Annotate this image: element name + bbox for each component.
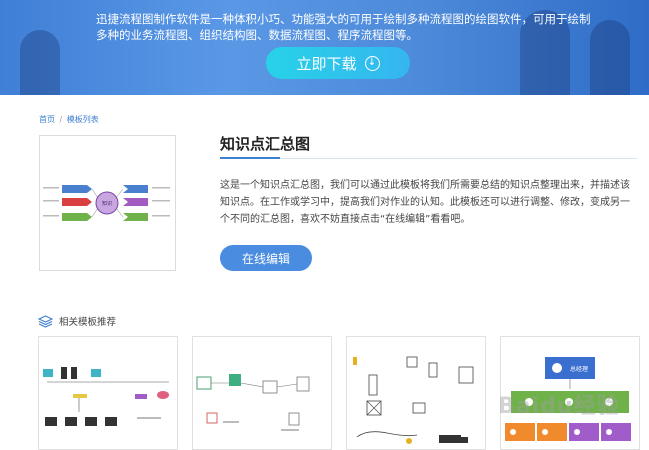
template-title: 知识点汇总图 (220, 135, 311, 153)
breadcrumb-current-link[interactable]: 模板列表 (67, 115, 99, 124)
layers-icon (38, 314, 53, 328)
download-button[interactable]: 立即下载 ↓ (266, 47, 410, 79)
template-preview-image: 知识 (39, 135, 176, 271)
title-accent-bar (220, 157, 280, 159)
related-template-card[interactable] (38, 336, 178, 450)
breadcrumb: 首页 / 模板列表 (39, 114, 99, 125)
process-diagram-thumbnail (196, 374, 310, 431)
banner-description: 迅捷流程图制作软件是一种体积小巧、功能强大的可用于绘制多种流程图的绘图软件，可用… (96, 12, 591, 42)
title-divider (220, 158, 637, 159)
banner-figure-right-2 (590, 20, 630, 95)
download-label: 立即下载 (296, 54, 357, 73)
template-description: 这是一个知识点汇总图，我们可以通过此模板将我们所需要总结的知识点整理出来，并描述… (220, 180, 630, 225)
org-chart-top-label: 总经理 (570, 365, 588, 373)
mindmap-preview-graphic: 知识 (43, 185, 170, 221)
breadcrumb-home-link[interactable]: 首页 (39, 115, 55, 124)
factory-flow-thumbnail (353, 356, 474, 444)
network-diagram-thumbnail (43, 367, 169, 426)
related-template-card[interactable] (192, 336, 332, 450)
banner-figure-left (20, 30, 60, 95)
download-arrow-icon: ↓ (364, 55, 380, 71)
online-edit-button[interactable]: 在线编辑 (220, 245, 312, 271)
related-template-card[interactable] (346, 336, 486, 450)
watermark: Baidu经验 (498, 394, 620, 419)
related-templates-title: 相关模板推荐 (59, 317, 117, 328)
preview-center-label: 知识 (102, 200, 112, 207)
related-templates-header: 相关模板推荐 (38, 314, 116, 328)
breadcrumb-separator: / (59, 115, 63, 124)
top-banner: 迅捷流程图制作软件是一种体积小巧、功能强大的可用于绘制多种流程图的绘图软件，可用… (0, 0, 649, 95)
